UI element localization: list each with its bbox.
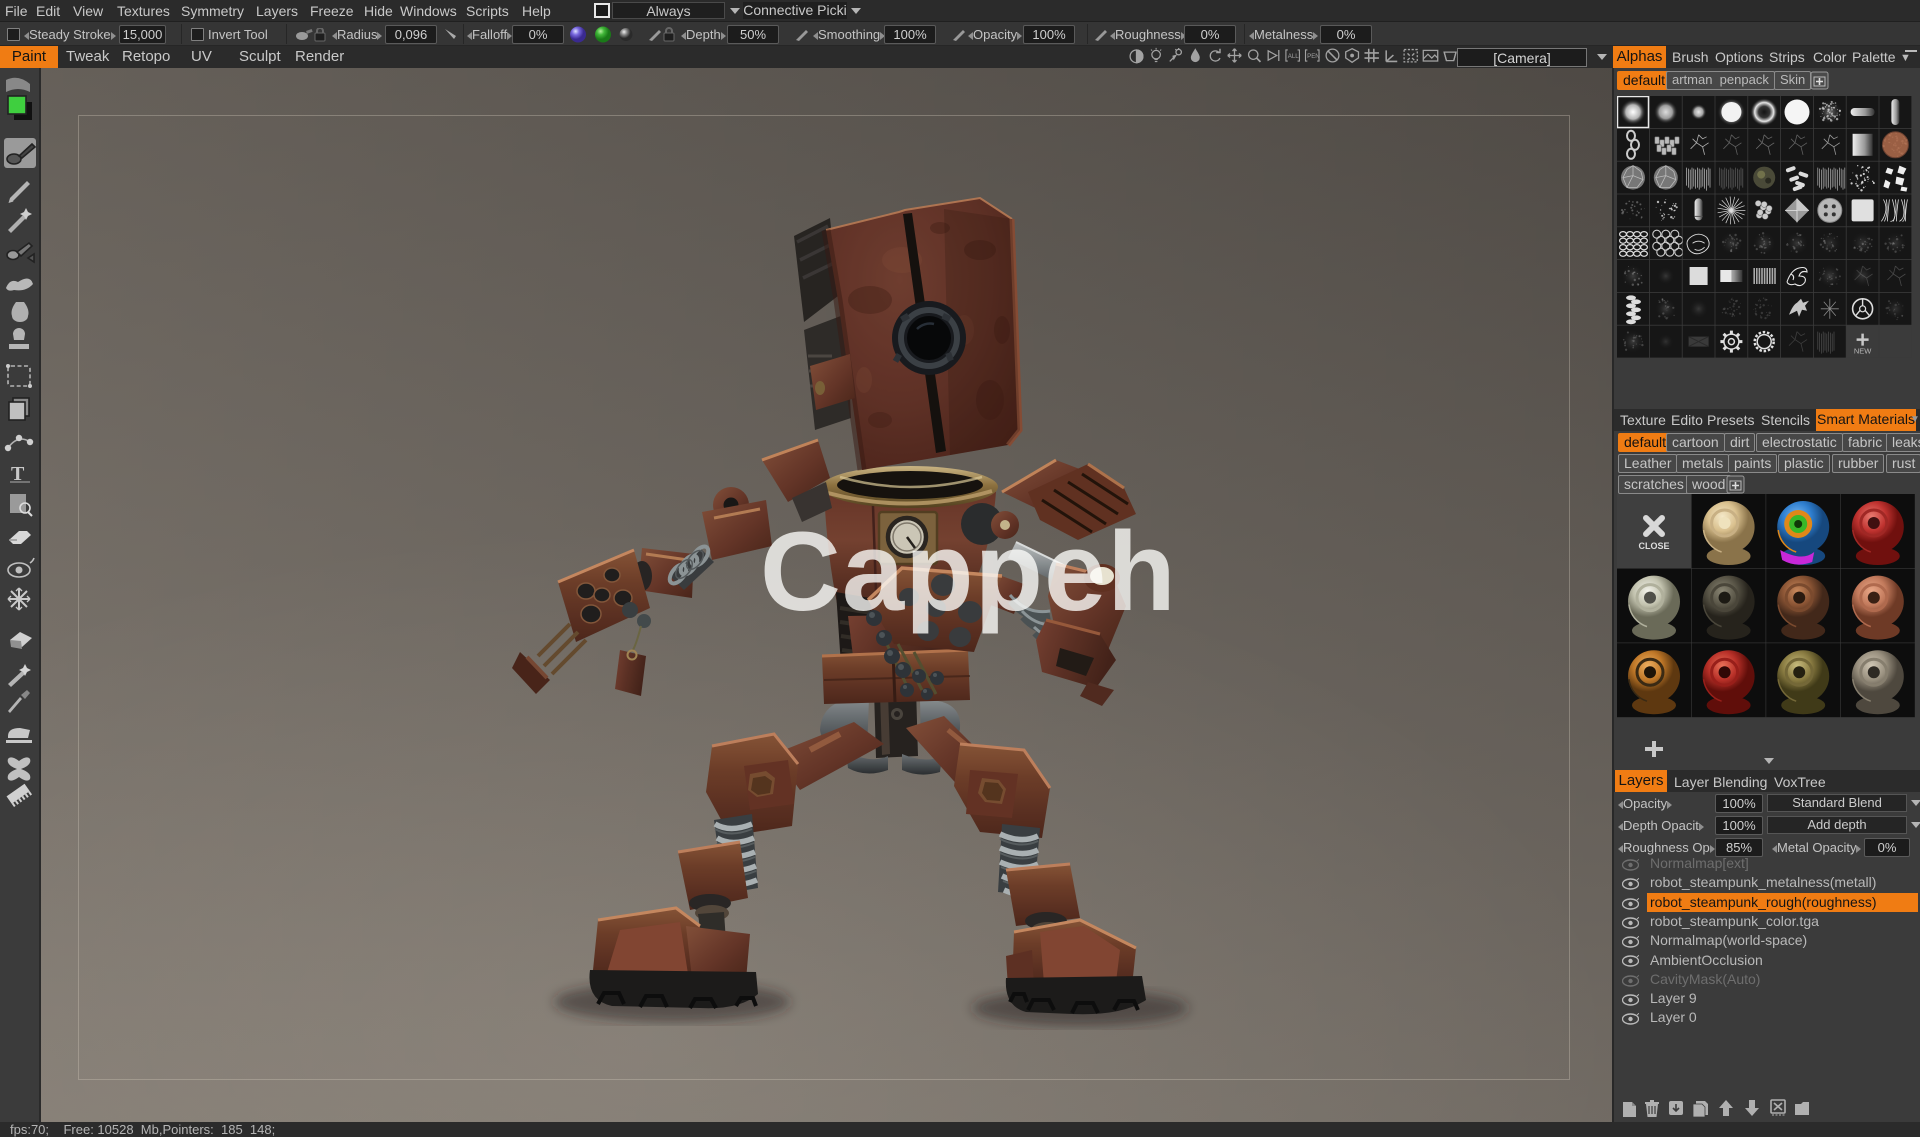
svg-text:NEW: NEW: [1854, 347, 1872, 356]
svg-text:PEN: PEN: [1307, 53, 1320, 60]
svg-text:ALL: ALL: [1288, 53, 1299, 60]
svg-text:CLOSE: CLOSE: [1638, 541, 1669, 551]
